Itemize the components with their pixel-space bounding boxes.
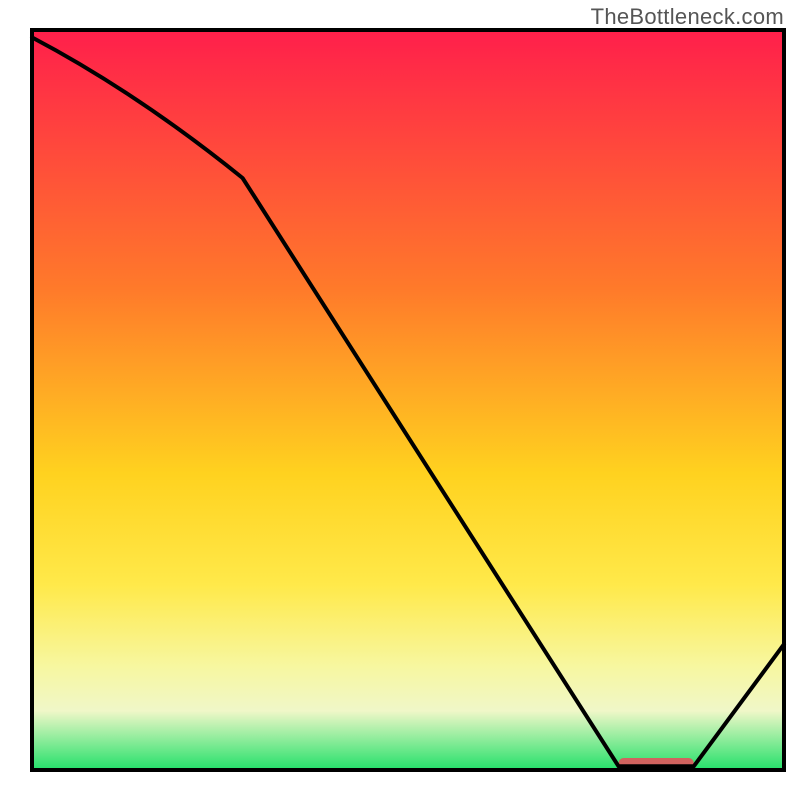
plot-background (32, 30, 784, 770)
watermark-text: TheBottleneck.com (591, 4, 784, 30)
chart-stage: TheBottleneck.com (0, 0, 800, 800)
bottleneck-chart (0, 0, 800, 800)
